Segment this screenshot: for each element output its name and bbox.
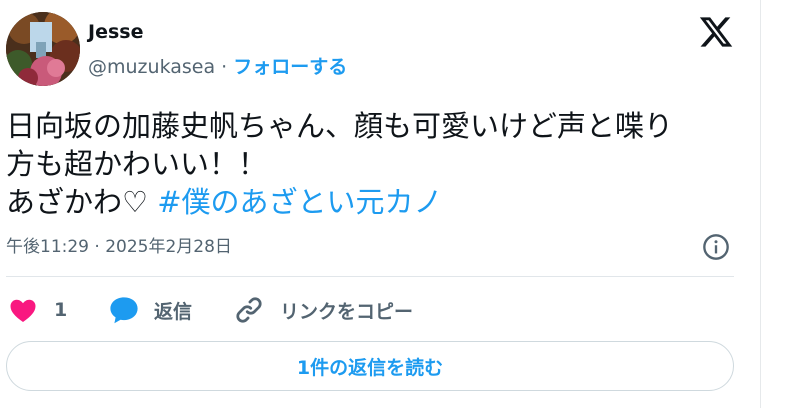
frame-edge xyxy=(760,0,761,408)
reply-label: 返信 xyxy=(154,300,193,323)
read-replies-button[interactable]: 1件の返信を読む xyxy=(6,341,734,391)
avatar[interactable] xyxy=(6,12,80,86)
reply-button[interactable]: 返信 xyxy=(108,292,192,328)
author-handle[interactable]: @muzukasea xyxy=(88,56,215,78)
post-timestamp[interactable]: 午後11:29 · 2025年2月28日 xyxy=(6,233,232,261)
copy-link-label: リンクをコピー xyxy=(280,300,414,323)
info-icon[interactable] xyxy=(702,233,730,261)
author-handle-row: @muzukasea · フォローする xyxy=(88,54,347,80)
like-count: 1 xyxy=(54,299,68,321)
handle-separator: · xyxy=(215,56,234,78)
link-icon xyxy=(236,297,262,323)
follow-button[interactable]: フォローする xyxy=(233,56,347,78)
x-logo-icon[interactable] xyxy=(698,14,734,50)
copy-link-button[interactable]: リンクをコピー xyxy=(234,292,413,328)
post-line-2: 方も超かわいい！！ xyxy=(6,147,268,181)
speech-bubble-icon xyxy=(110,297,138,324)
author-name[interactable]: Jesse xyxy=(88,20,143,44)
post-text: 日向坂の加藤史帆ちゃん、顔も可愛いけど声と喋り 方も超かわいい！！ あざかわ♡ … xyxy=(6,107,746,221)
heart-icon xyxy=(10,299,36,322)
hashtag-link[interactable]: #僕のあざとい元カノ xyxy=(157,185,442,219)
post-line-3: あざかわ♡ #僕のあざとい元カノ xyxy=(6,183,746,221)
divider xyxy=(6,276,734,277)
post-line-3-text: あざかわ♡ xyxy=(6,185,158,219)
post-line-1: 日向坂の加藤史帆ちゃん、顔も可愛いけど声と喋り xyxy=(6,109,674,143)
like-button[interactable]: 1 xyxy=(8,292,67,328)
